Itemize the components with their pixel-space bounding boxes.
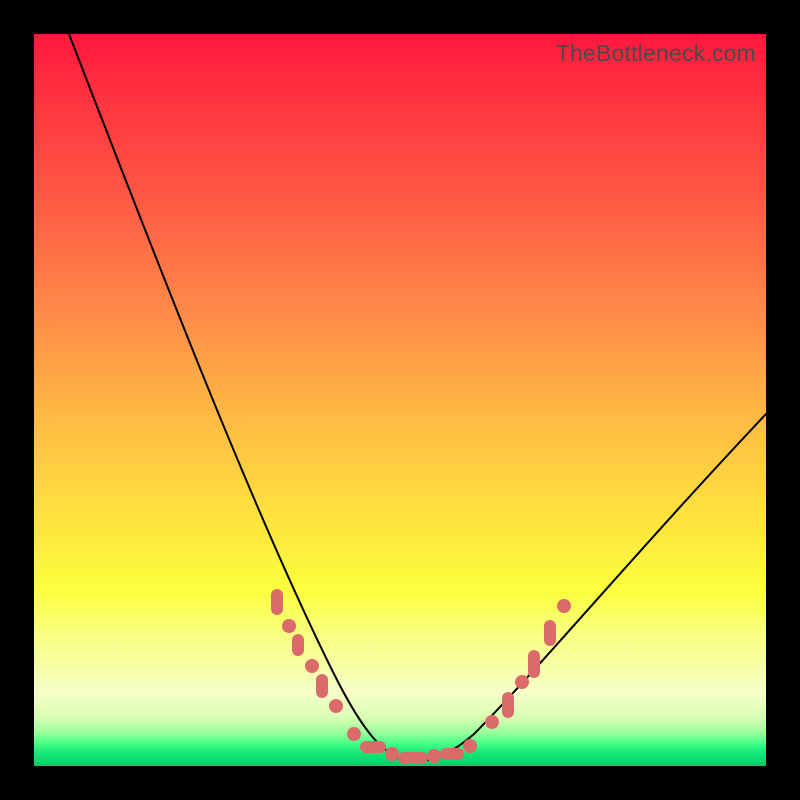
plot-area: TheBottleneck.com <box>34 34 766 766</box>
bottleneck-curve-path <box>69 34 766 761</box>
marker-cluster-bottom <box>347 727 477 764</box>
watermark-text: TheBottleneck.com <box>556 40 756 67</box>
marker-cluster-left <box>271 589 343 713</box>
chart-frame: TheBottleneck.com <box>0 0 800 800</box>
bottleneck-curve-svg <box>34 34 766 766</box>
